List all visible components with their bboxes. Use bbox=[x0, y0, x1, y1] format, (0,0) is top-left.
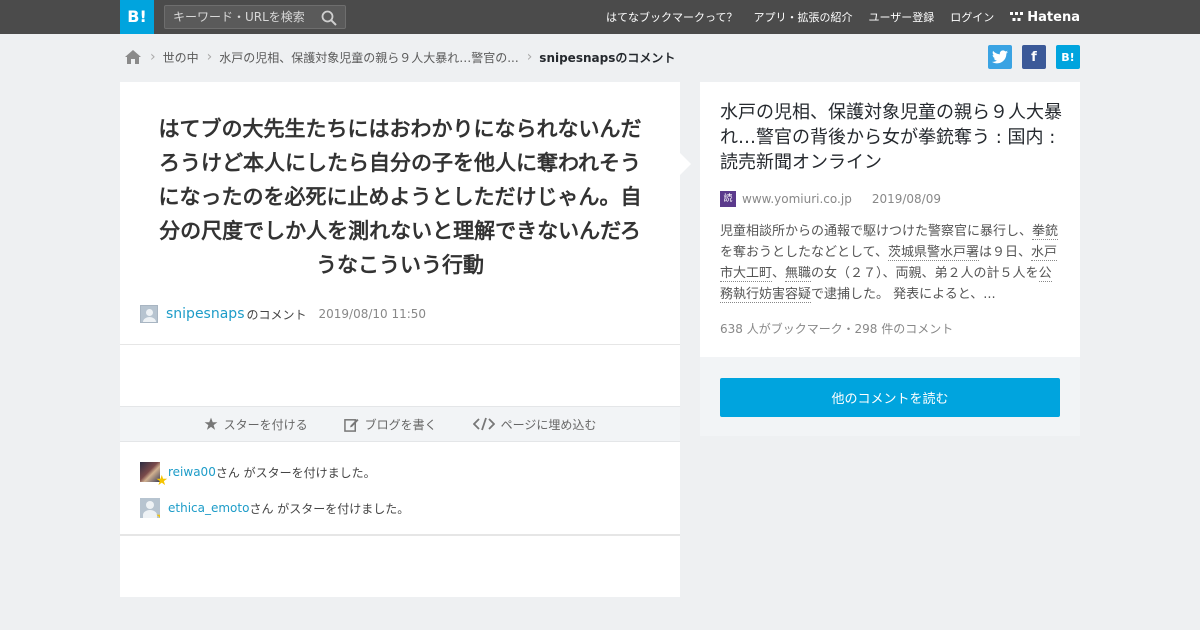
breadcrumb: › 世の中 › 水戸の児相、保護対象児童の親ら９人大暴れ…警官の... › sn… bbox=[124, 46, 675, 68]
divider bbox=[120, 534, 680, 536]
keyword-link[interactable]: 茨城県警水戸署 bbox=[887, 245, 979, 261]
nav-about-link[interactable]: はてなブックマークって？ bbox=[606, 9, 737, 25]
breadcrumb-category[interactable]: 世の中 bbox=[163, 49, 199, 66]
write-blog-button[interactable]: ブログを書く bbox=[343, 416, 437, 433]
breadcrumb-current: snipesnapsのコメント bbox=[539, 50, 676, 65]
twitter-icon bbox=[992, 50, 1008, 64]
breadcrumb-entry[interactable]: 水戸の児相、保護対象児童の親ら９人大暴れ…警官の... bbox=[219, 49, 518, 66]
star-list: ★ reiwa00 さん がスターを付けました。 ★ ethica_emoto … bbox=[140, 462, 409, 534]
summary-text: 児童相談所からの通報で駆けつけた警察官に暴行し、 bbox=[720, 224, 1033, 239]
entry-summary: 児童相談所からの通報で駆けつけた警察官に暴行し、拳銃を奪おうとしたなどとして、茨… bbox=[720, 221, 1060, 305]
chevron-right-icon: › bbox=[206, 49, 213, 65]
summary-text: 、 bbox=[772, 266, 786, 281]
entry-title-link[interactable]: 水戸の児相、保護対象児童の親ら９人大暴れ…警官の背後から女が拳銃奪う : 国内 … bbox=[720, 100, 1065, 175]
embed-button[interactable]: ページに埋め込む bbox=[472, 416, 597, 433]
entry-site-row: 読 www.yomiuri.co.jp 2019/08/09 bbox=[720, 191, 941, 207]
home-icon[interactable] bbox=[124, 49, 142, 65]
comment-author-row: snipesnaps のコメント 2019/08/10 11:50 bbox=[140, 305, 426, 323]
entry-domain-link[interactable]: www.yomiuri.co.jp bbox=[742, 192, 852, 206]
summary-text: は９日、 bbox=[978, 245, 1031, 260]
code-icon bbox=[472, 417, 495, 431]
add-star-label: スターを付ける bbox=[223, 417, 308, 432]
entry-card: 水戸の児相、保護対象児童の親ら９人大暴れ…警官の背後から女が拳銃奪う : 国内 … bbox=[700, 82, 1080, 436]
star-icon: ★ bbox=[155, 473, 168, 489]
speech-pointer bbox=[680, 153, 691, 175]
site-favicon-icon: 読 bbox=[720, 191, 736, 207]
add-star-button[interactable]: スターを付ける bbox=[204, 416, 308, 433]
summary-text: を奪おうとしたなどとして、 bbox=[720, 245, 888, 260]
nav-login-link[interactable]: ログイン bbox=[950, 9, 994, 25]
star-text: さん がスターを付けました。 bbox=[215, 465, 376, 480]
keyword-link[interactable]: 無職 bbox=[785, 266, 812, 282]
facebook-share-button[interactable]: f bbox=[1022, 45, 1046, 69]
summary-text: の女（２７）、両親、弟２人の計５人を bbox=[811, 266, 1039, 281]
avatar[interactable] bbox=[140, 305, 158, 323]
avatar[interactable]: ★ bbox=[140, 462, 168, 488]
nav-apps-link[interactable]: アプリ・拡張の紹介 bbox=[754, 9, 853, 25]
comment-actions-bar: スターを付ける ブログを書く ページに埋め込む bbox=[120, 406, 680, 442]
hatena-logo-text: Hatena bbox=[1027, 9, 1080, 25]
star-icon bbox=[204, 417, 218, 430]
entry-date: 2019/08/09 bbox=[871, 192, 941, 206]
divider bbox=[120, 344, 680, 345]
hatena-mark-icon bbox=[1010, 12, 1024, 21]
embed-label: ページに埋め込む bbox=[500, 417, 597, 432]
nav-register-link[interactable]: ユーザー登録 bbox=[869, 9, 935, 25]
list-item: ★ ethica_emoto さん がスターを付けました。 bbox=[140, 498, 409, 518]
twitter-share-button[interactable] bbox=[988, 45, 1012, 69]
bookmark-counts[interactable]: 638 人がブックマーク・298 件のコメント bbox=[720, 320, 953, 337]
header-nav: はてなブックマークって？ アプリ・拡張の紹介 ユーザー登録 ログイン Haten… bbox=[590, 0, 1080, 34]
chevron-right-icon: › bbox=[150, 49, 156, 65]
chevron-right-icon: › bbox=[526, 49, 533, 65]
comment-username-suffix: のコメント bbox=[246, 307, 307, 322]
search-box bbox=[164, 5, 346, 29]
entry-info: 水戸の児相、保護対象児童の親ら９人大暴れ…警官の背後から女が拳銃奪う : 国内 … bbox=[700, 82, 1080, 357]
hatena-bookmark-share-button[interactable]: B! bbox=[1056, 45, 1080, 69]
list-item: ★ reiwa00 さん がスターを付けました。 bbox=[140, 462, 409, 488]
star-text: さん がスターを付けました。 bbox=[249, 501, 410, 516]
hatena-bookmark-logo[interactable]: B! bbox=[120, 0, 154, 34]
top-bar: B! はてなブックマークって？ アプリ・拡張の紹介 ユーザー登録 ログイン Ha… bbox=[0, 0, 1200, 34]
comment-date[interactable]: 2019/08/10 11:50 bbox=[319, 307, 427, 321]
hatena-logo[interactable]: Hatena bbox=[1010, 10, 1080, 25]
summary-text: で逮捕した。 発表によると、... bbox=[811, 287, 996, 302]
edit-icon bbox=[343, 418, 359, 432]
comment-text: はてブの大先生たちにはおわかりになられないんだろうけど本人にしたら自分の子を他人… bbox=[158, 117, 642, 277]
keyword-link[interactable]: 拳銃 bbox=[1032, 224, 1059, 240]
write-blog-label: ブログを書く bbox=[364, 417, 437, 432]
comment-card: はてブの大先生たちにはおわかりになられないんだろうけど本人にしたら自分の子を他人… bbox=[120, 82, 680, 597]
avatar[interactable]: ★ bbox=[140, 498, 160, 518]
comment-username[interactable]: snipesnaps bbox=[166, 306, 244, 322]
share-buttons: f B! bbox=[978, 45, 1080, 69]
search-input[interactable] bbox=[165, 6, 315, 28]
search-icon[interactable] bbox=[321, 10, 337, 26]
read-other-comments-button[interactable]: 他のコメントを読む bbox=[720, 378, 1060, 417]
star-icon: ★ bbox=[155, 510, 160, 518]
star-username[interactable]: reiwa00 bbox=[168, 465, 216, 479]
star-username[interactable]: ethica_emoto bbox=[168, 501, 249, 515]
